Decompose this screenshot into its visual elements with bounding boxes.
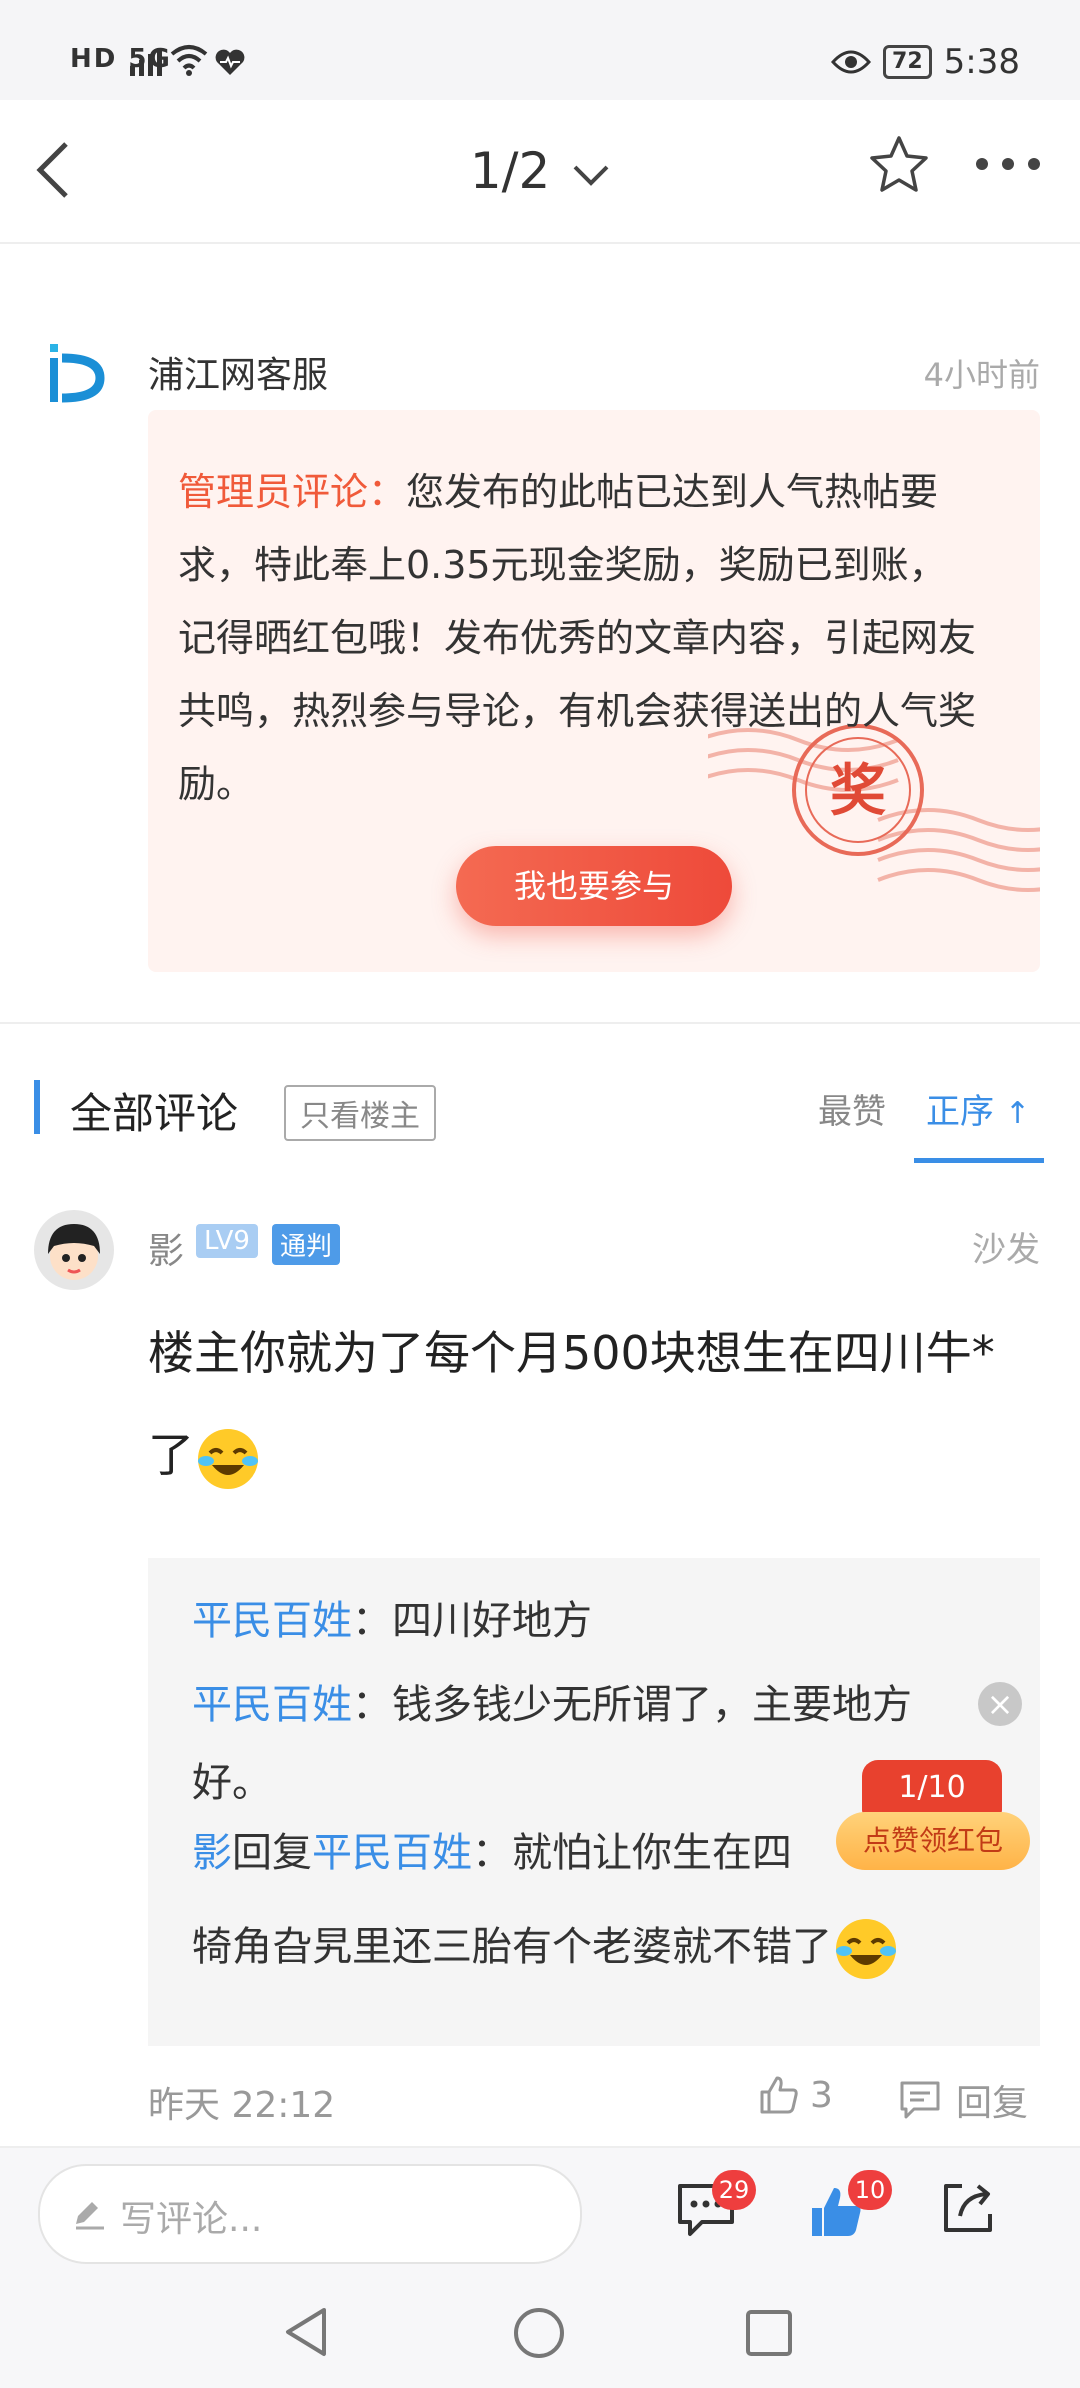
reply-button[interactable]: 回复 (898, 2074, 1028, 2126)
clock: 5:38 (943, 42, 1020, 82)
top-nav: 1/2 (0, 100, 1080, 244)
admin-time: 4小时前 (923, 356, 1040, 394)
reply-text: 就怕让你生在四 (512, 1830, 792, 1876)
page-indicator: 1/2 (469, 142, 551, 200)
only-host-button[interactable]: 只看楼主 (284, 1085, 436, 1141)
active-tab-indicator (914, 1158, 1044, 1163)
pujiang-logo (50, 344, 105, 403)
reply-item[interactable]: 平民百姓：四川好地方 (192, 1588, 592, 1646)
section-accent (34, 1080, 40, 1134)
comments-button[interactable]: 29 (674, 2170, 756, 2240)
divider (0, 1022, 1080, 1024)
like-count: 3 (810, 2074, 833, 2116)
pen-icon (76, 2202, 104, 2230)
laugh-cry-emoji-icon (198, 1428, 258, 1489)
admin-tag: 管理员评论： (178, 470, 407, 514)
more-icon[interactable] (972, 154, 1044, 174)
admin-body: 您发布的此帖已达到人气热帖要求，特此奉上0.35元现金奖励，奖励已到账，记得晒红… (178, 470, 977, 806)
signal-icon (130, 48, 162, 76)
admin-comment-text: 管理员评论：您发布的此帖已达到人气热帖要求，特此奉上0.35元现金奖励，奖励已到… (178, 456, 978, 821)
floor-label: 沙发 (972, 1230, 1040, 1270)
comment-username[interactable]: 影 (148, 1222, 184, 1274)
nav-home-icon[interactable] (512, 2306, 566, 2360)
nav-back-icon[interactable] (282, 2306, 330, 2358)
close-promo-button[interactable]: × (978, 1682, 1022, 1726)
bottom-bar: 写评论... 29 10 (0, 2146, 1080, 2278)
like-count-badge: 10 (848, 2170, 892, 2210)
avatar[interactable] (34, 1210, 114, 1290)
sort-arrow-icon: ↑ (1004, 1096, 1030, 1131)
share-icon[interactable] (938, 2178, 998, 2238)
status-bar: HD 5G 72 5:38 (0, 0, 1080, 100)
wifi-icon (170, 45, 208, 76)
nav-recents-icon[interactable] (744, 2308, 794, 2358)
heart-icon (215, 49, 245, 75)
system-nav-bar (0, 2276, 1080, 2388)
write-placeholder: 写评论... (120, 2199, 263, 2240)
promo-count: 1/10 (862, 1760, 1002, 1816)
like-post-button[interactable]: 10 (808, 2170, 892, 2240)
thumbs-up-icon (760, 2076, 798, 2114)
all-comments-title: 全部评论 (70, 1089, 239, 1138)
reply-label: 回复 (956, 2083, 1029, 2124)
reply-user[interactable]: 平民百姓 (192, 1598, 352, 1644)
sort-hot-tab[interactable]: 最赞 (818, 1084, 886, 1133)
reply-tail: 犄角旮旯里还三胎有个老婆就不错了 (192, 1914, 900, 1983)
reply-text: 四川好地方 (392, 1598, 592, 1644)
reply-item[interactable]: 影回复平民百姓：就怕让你生在四 (192, 1820, 792, 1878)
sort-asc-tab[interactable]: 正序 ↑ (926, 1084, 1030, 1133)
admin-name[interactable]: 浦江网客服 (148, 346, 328, 398)
laugh-cry-emoji-icon (836, 1919, 896, 1979)
comment-time: 昨天 22:12 (148, 2085, 336, 2126)
reply-item[interactable]: 平民百姓：钱多钱少无所谓了，主要地方好。 (192, 1666, 972, 1822)
status-right: 72 5:38 (831, 42, 1020, 82)
write-comment-input[interactable]: 写评论... (38, 2164, 582, 2264)
join-button[interactable]: 我也要参与 (456, 846, 732, 926)
like-button[interactable]: 3 (758, 2074, 833, 2116)
chevron-down-icon (573, 165, 609, 186)
reply-target[interactable]: 平民百姓 (312, 1830, 472, 1876)
level-badge: LV9 (196, 1224, 258, 1258)
comment-body: 楼主你就为了每个月500块想生在四川牛*了 (148, 1326, 995, 1482)
comment-text: 楼主你就为了每个月500块想生在四川牛*了 (148, 1302, 1028, 1506)
reply-user[interactable]: 平民百姓 (192, 1682, 352, 1728)
sort-asc-label: 正序 (926, 1092, 994, 1132)
reply-user[interactable]: 影 (192, 1830, 232, 1876)
battery-icon: 72 (883, 45, 932, 79)
reply-icon (900, 2081, 940, 2119)
star-icon[interactable] (868, 134, 930, 196)
rank-badge: 通判 (272, 1224, 341, 1265)
like-redpacket-button[interactable]: 点赞领红包 (836, 1812, 1030, 1870)
eye-icon (831, 50, 872, 74)
admin-comment-card: 奖 管理员评论：您发布的此帖已达到人气热帖要求，特此奉上0.35元现金奖励，奖励… (148, 410, 1040, 972)
avatar-image (48, 1224, 100, 1280)
comment-count-badge: 29 (712, 2170, 756, 2210)
